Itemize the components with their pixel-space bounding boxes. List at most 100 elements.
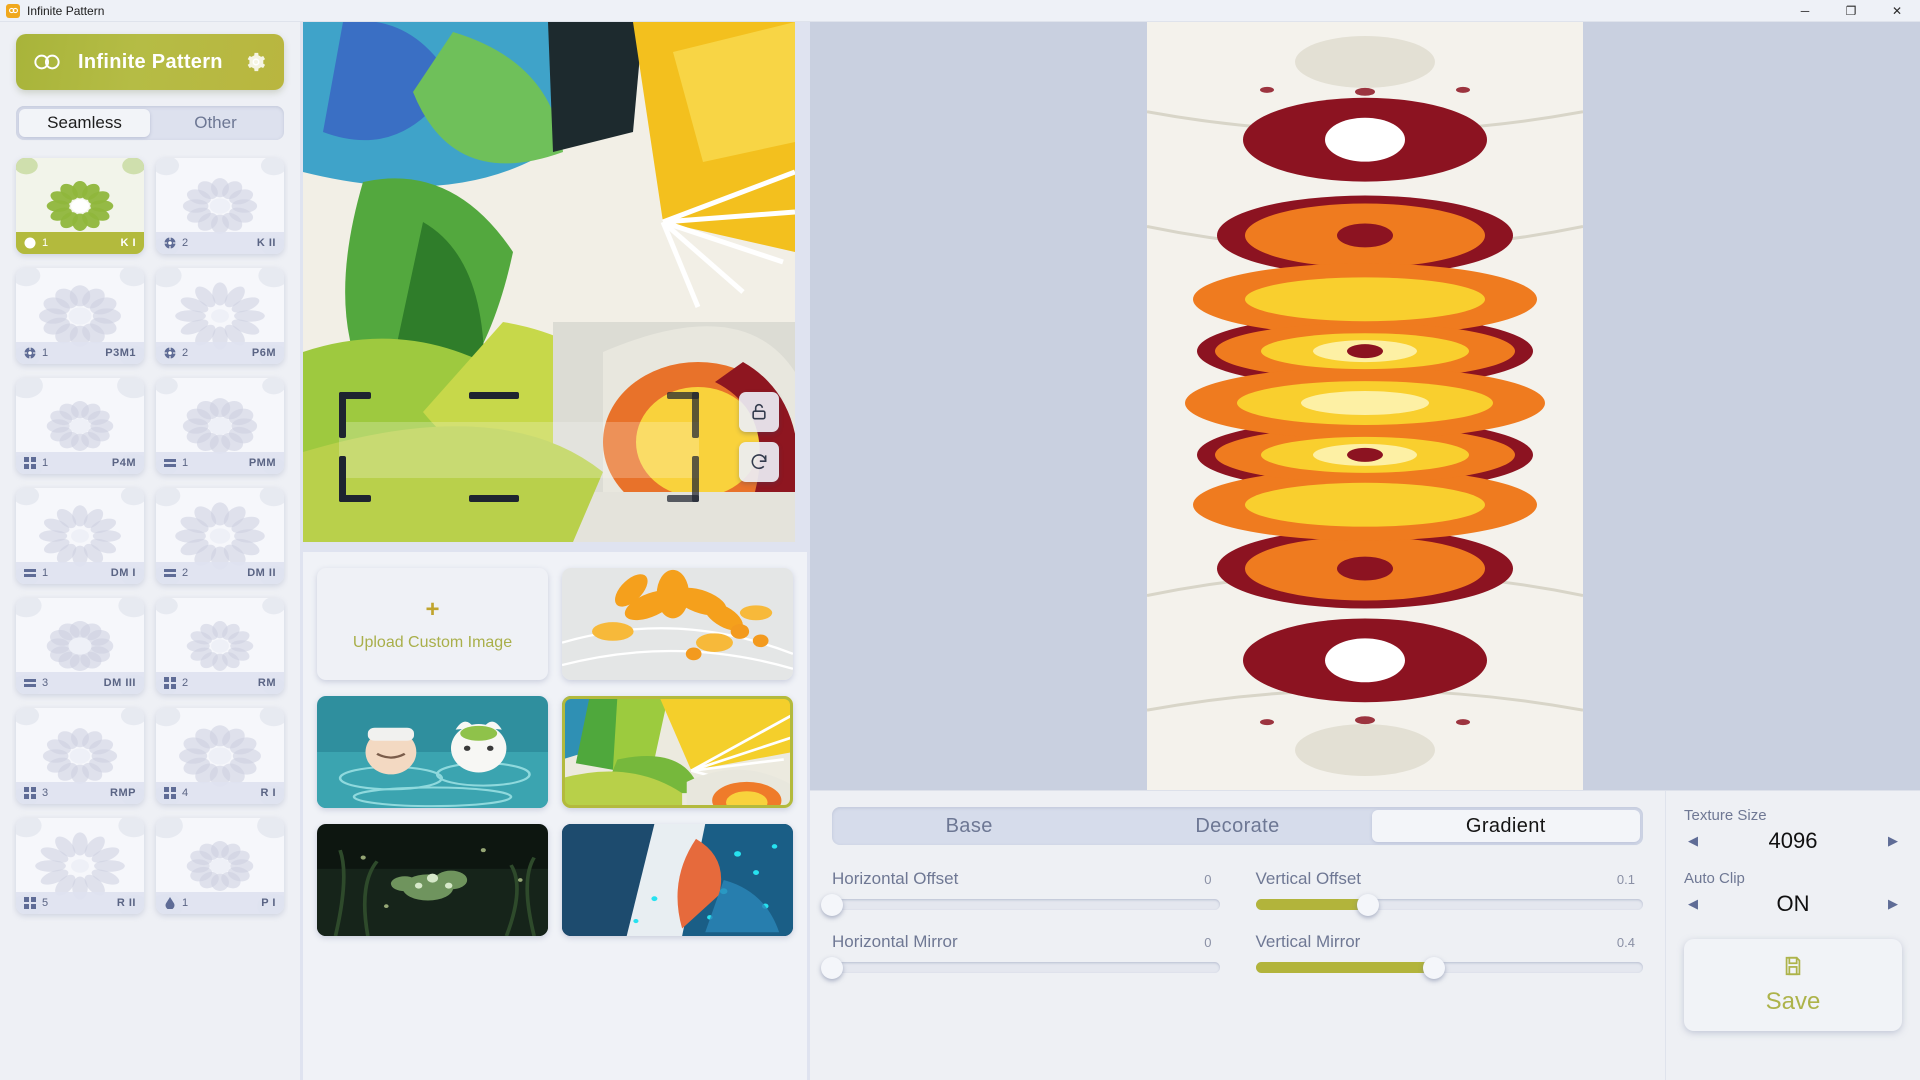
pattern-code: P6M (251, 347, 276, 359)
pattern-card-r-ii[interactable]: 5 R II (16, 818, 144, 914)
slider-knob[interactable] (1422, 956, 1445, 979)
pattern-card-rm[interactable]: 2 RM (156, 598, 284, 694)
slider-knob[interactable] (821, 956, 843, 979)
texture-size-label: Texture Size (1684, 807, 1767, 824)
pattern-card-dm-iii[interactable]: 3 DM III (16, 598, 144, 694)
tab-seamless[interactable]: Seamless (19, 109, 150, 137)
tab-base[interactable]: Base (835, 810, 1103, 842)
slider-track[interactable] (821, 956, 1220, 979)
window-controls: ─ ❐ ✕ (1782, 0, 1920, 21)
save-button[interactable]: Save (1684, 939, 1902, 1031)
tab-gradient[interactable]: Gradient (1371, 810, 1640, 842)
pattern-card-p4m[interactable]: 1 P4M (16, 378, 144, 474)
slider-vertical-mirror[interactable]: Vertical Mirror 0.4 (1255, 932, 1644, 979)
chevron-left-icon[interactable]: ◀ (1684, 833, 1702, 849)
chevron-left-icon[interactable]: ◀ (1684, 896, 1702, 912)
source-image-preview[interactable] (303, 22, 795, 542)
pattern-info-bar: 2 DM II (156, 562, 284, 584)
pattern-result-tile (1147, 22, 1583, 790)
slider-grid: Horizontal Offset 0 Vertical Offset 0.1 Hori… (821, 869, 1644, 979)
slider-label: Horizontal Mirror (832, 932, 958, 951)
controls-right: Texture Size ◀ 4096 ▶ Auto Clip ◀ ON ▶ S… (1665, 791, 1920, 1080)
pattern-card-p6m[interactable]: 2 P6M (156, 268, 284, 364)
pattern-card-rmp[interactable]: 3 RMP (16, 708, 144, 804)
slider-track[interactable] (821, 893, 1220, 916)
brand-title: Infinite Pattern (78, 50, 223, 73)
pattern-order-number: 1 (42, 347, 49, 359)
slider-knob[interactable] (821, 893, 843, 916)
chevron-right-icon[interactable]: ▶ (1884, 833, 1902, 849)
pattern-card-r-i[interactable]: 4 R I (156, 708, 284, 804)
refresh-icon[interactable] (739, 442, 779, 482)
tab-decorate[interactable]: Decorate (1103, 810, 1371, 842)
workspace-column: Base Decorate Gradient Horizontal Offset… (810, 22, 1920, 1080)
slider-vertical-offset[interactable]: Vertical Offset 0.1 (1255, 869, 1643, 916)
rosette-icon (24, 347, 36, 359)
slider-horizontal-mirror[interactable]: Horizontal Mirror 0 (821, 932, 1220, 979)
slider-fill (1255, 962, 1434, 973)
bars-icon (164, 457, 176, 469)
gear-icon[interactable] (244, 50, 268, 74)
dark-forest-thumbnail[interactable] (317, 824, 548, 936)
slider-knob[interactable] (1356, 893, 1379, 916)
slider-label: Vertical Mirror (1255, 932, 1361, 951)
slider-label: Horizontal Offset (832, 869, 959, 888)
crop-selection-overlay[interactable] (339, 392, 699, 502)
grid-icon (164, 787, 176, 799)
crop-corner-icon[interactable] (339, 456, 346, 502)
upload-custom-image-button[interactable]: + Upload Custom Image (317, 568, 548, 680)
chevron-right-icon[interactable]: ▶ (1884, 896, 1902, 912)
pattern-canvas[interactable] (810, 22, 1920, 790)
pattern-card-dm-ii[interactable]: 2 DM II (156, 488, 284, 584)
pattern-info-bar: 4 R I (156, 782, 284, 804)
slider-track[interactable] (1255, 956, 1643, 979)
pattern-sidebar: Infinite Pattern Seamless Other 1 K I 2 K I… (0, 22, 300, 1080)
tab-other[interactable]: Other (150, 109, 281, 137)
crop-edge-icon[interactable] (469, 392, 519, 399)
plus-icon: + (425, 596, 440, 623)
pattern-code: R I (260, 787, 276, 799)
pattern-info-bar: 2 K II (156, 232, 284, 254)
pattern-card-p3m1[interactable]: 1 P3M1 (16, 268, 144, 364)
pattern-info-bar: 1 P4M (16, 452, 144, 474)
unlock-icon[interactable] (739, 392, 779, 432)
pattern-card-k-i[interactable]: 1 K I (16, 158, 144, 254)
maximize-button[interactable]: ❐ (1828, 0, 1874, 21)
crop-corner-icon[interactable] (692, 392, 699, 438)
slider-track[interactable] (1255, 893, 1643, 916)
green-yellow-leaf-thumbnail[interactable] (562, 696, 793, 808)
slider-value: 0.1 (1616, 872, 1635, 887)
slider-value: 0 (1204, 935, 1212, 950)
app-root: Infinite Pattern Seamless Other 1 K I 2 K I… (0, 22, 1920, 1080)
grid-icon (24, 457, 36, 469)
pattern-code: P4M (111, 457, 136, 469)
slider-header: Vertical Mirror 0.4 (1256, 932, 1644, 952)
blue-figure-thumbnail[interactable] (562, 824, 793, 936)
crop-corner-icon[interactable] (339, 392, 346, 438)
crop-edge-icon[interactable] (469, 495, 519, 502)
auto-clip-stepper[interactable]: ◀ ON ▶ (1684, 889, 1902, 919)
control-tabs: Base Decorate Gradient (832, 807, 1643, 845)
pattern-info-bar: 1 PMM (156, 452, 284, 474)
pattern-code: PMM (248, 457, 276, 469)
texture-size-value: 4096 (1768, 828, 1818, 853)
slider-horizontal-offset[interactable]: Horizontal Offset 0 (821, 869, 1220, 916)
rosette-icon (164, 347, 176, 359)
pattern-card-k-ii[interactable]: 2 K II (156, 158, 284, 254)
texture-size-stepper[interactable]: ◀ 4096 ▶ (1684, 826, 1902, 856)
pattern-card-dm-i[interactable]: 1 DM I (16, 488, 144, 584)
grid-icon (24, 897, 36, 909)
pattern-info-bar: 1 K I (16, 232, 144, 254)
crop-corner-icon[interactable] (692, 456, 699, 502)
minimize-button[interactable]: ─ (1782, 0, 1828, 21)
orange-flowers-thumbnail[interactable] (562, 568, 793, 680)
pattern-code: P3M1 (105, 347, 136, 359)
app-icon (6, 3, 20, 18)
pattern-code: R II (116, 897, 136, 909)
close-button[interactable]: ✕ (1874, 0, 1920, 21)
pattern-card-p-i[interactable]: 1 P I (156, 818, 284, 914)
pattern-info-bar: 1 P3M1 (16, 342, 144, 364)
grid-icon (164, 677, 176, 689)
onsen-characters-thumbnail[interactable] (317, 696, 548, 808)
pattern-card-pmm[interactable]: 1 PMM (156, 378, 284, 474)
